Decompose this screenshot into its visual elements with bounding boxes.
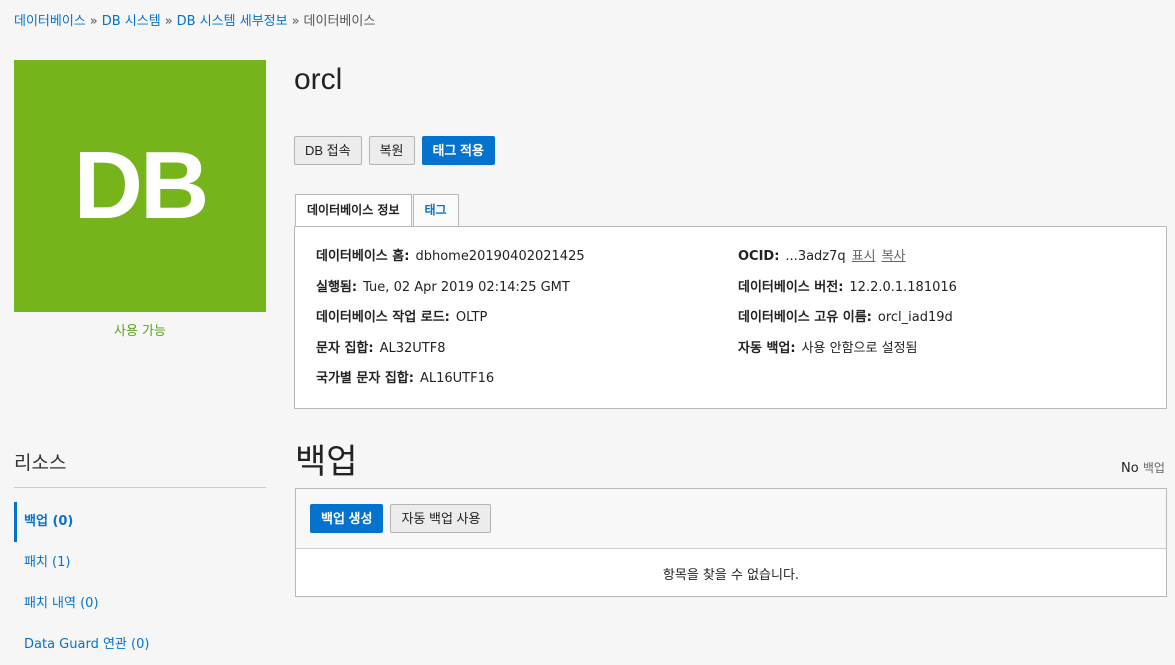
page-title: orcl [294,63,343,96]
info-value: ...3adz7q [785,249,846,264]
backup-count: No 백업 [1121,459,1165,476]
info-launched: 실행됨: Tue, 02 Apr 2019 02:14:25 GMT [316,276,570,295]
info-label: 데이터베이스 작업 로드: [316,310,450,325]
tab-database-info[interactable]: 데이터베이스 정보 [295,194,412,227]
enable-auto-backup-button[interactable]: 자동 백업 사용 [390,504,492,533]
info-workload: 데이터베이스 작업 로드: OLTP [316,306,487,325]
breadcrumb-separator: » [164,14,173,29]
info-value: OLTP [455,310,488,325]
info-national-charset: 국가별 문자 집합: AL16UTF16 [316,367,494,386]
info-value: 사용 안함으로 설정됨 [801,341,918,356]
info-value: AL32UTF8 [379,341,446,356]
resource-item-data-guard[interactable]: Data Guard 연관 (0) [14,625,266,665]
database-icon-tile: DB [14,60,266,312]
breadcrumb-separator: » [89,14,98,29]
resources-divider [14,487,266,488]
backup-section-title: 백업 [295,442,358,482]
backup-toolbar: 백업 생성 자동 백업 사용 [296,489,1166,549]
info-auto-backup: 자동 백업: 사용 안함으로 설정됨 [738,337,917,356]
backup-count-label: No [1121,461,1139,476]
info-value: dbhome20190402021425 [415,249,585,264]
restore-button[interactable]: 복원 [368,136,415,165]
info-db-version: 데이터베이스 버전: 12.2.0.1.181016 [738,276,957,295]
database-info-panel: 데이터베이스 홈: dbhome20190402021425 실행됨: Tue, 0… [294,226,1167,409]
info-label: 데이터베이스 홈: [316,249,410,264]
resource-item-backups[interactable]: 백업 (0) [14,502,266,542]
info-value: Tue, 02 Apr 2019 02:14:25 GMT [363,280,570,295]
status-label: 사용 가능 [114,324,166,339]
info-label: 실행됨: [316,280,358,295]
db-connect-button[interactable]: DB 접속 [294,136,362,165]
backup-panel: 백업 생성 자동 백업 사용 항목을 찾을 수 없습니다. [295,488,1167,597]
info-db-home: 데이터베이스 홈: dbhome20190402021425 [316,245,585,264]
breadcrumb-current: 데이터베이스 [303,14,376,29]
resources-title: 리소스 [14,452,67,474]
create-backup-button[interactable]: 백업 생성 [310,504,384,533]
database-icon-text: DB [73,132,210,239]
info-tabs: 데이터베이스 정보 태그 [295,194,460,227]
resource-item-patches[interactable]: 패치 (1) [14,543,266,583]
breadcrumb-db-system-details[interactable]: DB 시스템 세부정보 [177,14,288,29]
resource-item-patch-history[interactable]: 패치 내역 (0) [14,584,266,624]
ocid-show-link[interactable]: 표시 [852,249,876,264]
backup-count-suffix: 백업 [1142,461,1165,475]
breadcrumb-databases[interactable]: 데이터베이스 [14,14,86,29]
backup-toolbar-buttons: 백업 생성 자동 백업 사용 [310,504,492,533]
info-label: OCID: [738,249,780,264]
info-ocid: OCID: ...3adz7q 표시 복사 [738,245,906,264]
info-label: 국가별 문자 집합: [316,371,414,386]
info-label: 문자 집합: [316,341,374,356]
info-unique-name: 데이터베이스 고유 이름: orcl_iad19d [738,306,953,325]
apply-tags-button[interactable]: 태그 적용 [421,136,495,165]
backup-empty-message: 항목을 찾을 수 없습니다. [662,568,800,583]
info-value: 12.2.0.1.181016 [849,280,957,295]
info-charset: 문자 집합: AL32UTF8 [316,337,445,356]
breadcrumb-db-systems[interactable]: DB 시스템 [102,14,161,29]
breadcrumb: 데이터베이스» DB 시스템» DB 시스템 세부정보» 데이터베이스 [14,10,375,29]
action-buttons: DB 접속 복원 태그 적용 [294,136,495,165]
info-value: orcl_iad19d [877,310,953,325]
info-label: 데이터베이스 고유 이름: [738,310,872,325]
breadcrumb-separator: » [291,14,300,29]
ocid-copy-link[interactable]: 복사 [882,249,906,264]
info-label: 자동 백업: [738,341,796,356]
info-value: AL16UTF16 [419,371,495,386]
tab-tags[interactable]: 태그 [412,194,459,227]
info-label: 데이터베이스 버전: [738,280,844,295]
